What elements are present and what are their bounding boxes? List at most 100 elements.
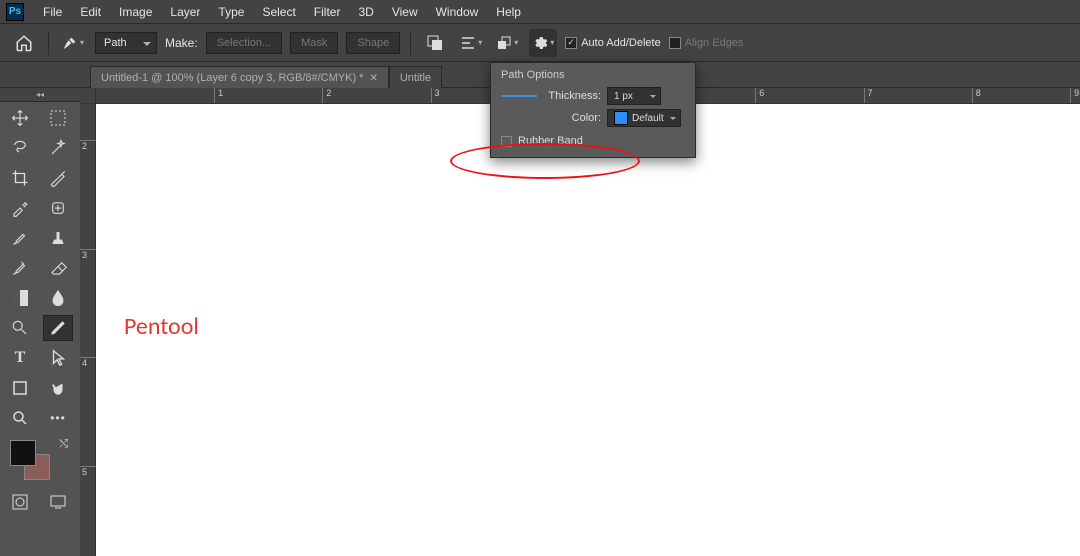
panel-collapse-icon[interactable]: ◂◂ <box>0 88 80 102</box>
edit-toolbar-button[interactable]: ••• <box>44 406 72 430</box>
checkbox-off-icon <box>501 136 512 147</box>
crop-tool[interactable] <box>6 166 34 190</box>
pen-tool[interactable] <box>44 316 72 340</box>
eraser-tool[interactable] <box>44 256 72 280</box>
menu-filter[interactable]: Filter <box>305 1 350 23</box>
path-arrange-icon[interactable]: ▾ <box>493 29 521 57</box>
menu-window[interactable]: Window <box>427 1 488 23</box>
menu-file[interactable]: File <box>34 1 71 23</box>
thickness-label: Thickness: <box>543 90 601 102</box>
pick-mode-value: Path <box>104 37 127 49</box>
chevron-down-icon: ▾ <box>514 38 518 47</box>
ruler-tick: 8 <box>972 88 981 104</box>
thickness-dropdown[interactable]: 1 px <box>607 87 661 105</box>
toolbox: T ••• ⤭ <box>0 102 80 556</box>
align-edges-label: Align Edges <box>685 37 744 49</box>
pick-mode-dropdown[interactable]: Path <box>95 32 157 54</box>
menu-select[interactable]: Select <box>253 1 304 23</box>
rectangle-tool[interactable] <box>6 376 34 400</box>
ruler-vertical[interactable]: 2 3 4 5 <box>80 104 96 556</box>
ruler-tick: 3 <box>431 88 440 104</box>
separator <box>410 31 411 55</box>
ruler-tick: 7 <box>864 88 873 104</box>
color-dropdown[interactable]: Default <box>607 109 681 127</box>
path-selection-tool[interactable] <box>44 346 72 370</box>
make-mask-button[interactable]: Mask <box>290 32 338 54</box>
color-swatch-icon <box>614 111 628 125</box>
menu-bar: Ps File Edit Image Layer Type Select Fil… <box>0 0 1080 24</box>
rubber-band-checkbox[interactable]: Rubber Band <box>501 135 685 147</box>
chevron-down-icon: ▾ <box>550 38 554 47</box>
marquee-tool[interactable] <box>44 106 72 130</box>
separator <box>48 31 49 55</box>
tool-preset-icon[interactable]: ▾ <box>59 29 87 57</box>
color-label: Color: <box>543 112 601 124</box>
make-label: Make: <box>165 36 198 50</box>
stroke-preview <box>501 95 537 97</box>
document-tab[interactable]: Untitled-1 @ 100% (Layer 6 copy 3, RGB/8… <box>90 66 389 88</box>
quickmask-tool[interactable] <box>6 490 34 514</box>
menu-view[interactable]: View <box>383 1 427 23</box>
screenmode-tool[interactable] <box>44 490 72 514</box>
ruler-tick: 5 <box>80 466 96 477</box>
thickness-value: 1 px <box>614 91 633 102</box>
auto-add-delete-label: Auto Add/Delete <box>581 37 661 49</box>
document-tab-label: Untitled-1 @ 100% (Layer 6 copy 3, RGB/8… <box>101 72 363 84</box>
brush-tool[interactable] <box>6 226 34 250</box>
hand-tool[interactable] <box>44 376 72 400</box>
rubber-band-label: Rubber Band <box>518 135 583 147</box>
menu-type[interactable]: Type <box>209 1 253 23</box>
blur-tool[interactable] <box>44 286 72 310</box>
options-bar: ▾ Path Make: Selection... Mask Shape ▾ ▾… <box>0 24 1080 62</box>
type-tool[interactable]: T <box>6 346 34 370</box>
ruler-tick: 6 <box>755 88 764 104</box>
menu-image[interactable]: Image <box>110 1 161 23</box>
color-value: Default <box>632 113 664 124</box>
path-ops-new-layer-icon[interactable] <box>421 29 449 57</box>
document-tab[interactable]: Untitle <box>389 66 442 88</box>
menu-layer[interactable]: Layer <box>161 1 209 23</box>
checkbox-on-icon <box>565 37 577 49</box>
foreground-swatch[interactable] <box>10 440 36 466</box>
lasso-tool[interactable] <box>6 136 34 160</box>
swap-colors-icon[interactable]: ⤭ <box>59 438 68 451</box>
main-area: ◂◂ T ••• ⤭ <box>0 88 1080 556</box>
work-area: 1 2 3 4 5 6 7 8 9 2 3 4 5 Pentool <box>80 88 1080 556</box>
color-swatches[interactable]: ⤭ <box>6 436 74 484</box>
dodge-tool[interactable] <box>6 316 34 340</box>
move-tool[interactable] <box>6 106 34 130</box>
clone-stamp-tool[interactable] <box>44 226 72 250</box>
make-shape-button[interactable]: Shape <box>346 32 400 54</box>
menu-help[interactable]: Help <box>487 1 530 23</box>
path-alignment-icon[interactable]: ▾ <box>457 29 485 57</box>
ruler-tick: 2 <box>322 88 331 104</box>
magic-wand-tool[interactable] <box>44 136 72 160</box>
align-edges-checkbox: Align Edges <box>669 37 744 49</box>
flyout-title: Path Options <box>501 69 685 81</box>
checkbox-off-icon <box>669 37 681 49</box>
menu-3d[interactable]: 3D <box>349 1 382 23</box>
close-icon[interactable]: ✕ <box>369 73 377 84</box>
app-logo: Ps <box>6 3 24 21</box>
gradient-tool[interactable] <box>6 286 34 310</box>
chevron-down-icon: ▾ <box>478 38 482 47</box>
make-selection-button[interactable]: Selection... <box>206 32 282 54</box>
healing-brush-tool[interactable] <box>44 196 72 220</box>
history-brush-tool[interactable] <box>6 256 34 280</box>
eyedropper-tool[interactable] <box>6 196 34 220</box>
chevron-down-icon: ▾ <box>80 38 84 47</box>
home-button[interactable] <box>10 29 38 57</box>
ruler-tick: 2 <box>80 140 96 151</box>
ruler-tick: 4 <box>80 357 96 368</box>
slice-tool[interactable] <box>44 166 72 190</box>
canvas-text-layer: Pentool <box>124 312 199 341</box>
path-options-gear-icon[interactable]: ▾ <box>529 29 557 57</box>
path-options-flyout: Path Options Thickness: 1 px Color: Defa… <box>490 62 696 158</box>
canvas[interactable]: Pentool <box>96 104 1080 556</box>
ruler-tick: 3 <box>80 249 96 260</box>
auto-add-delete-checkbox[interactable]: Auto Add/Delete <box>565 37 661 49</box>
menu-edit[interactable]: Edit <box>71 1 110 23</box>
ruler-tick: 9 <box>1070 88 1079 104</box>
zoom-tool[interactable] <box>6 406 34 430</box>
document-tab-label: Untitle <box>400 72 431 84</box>
